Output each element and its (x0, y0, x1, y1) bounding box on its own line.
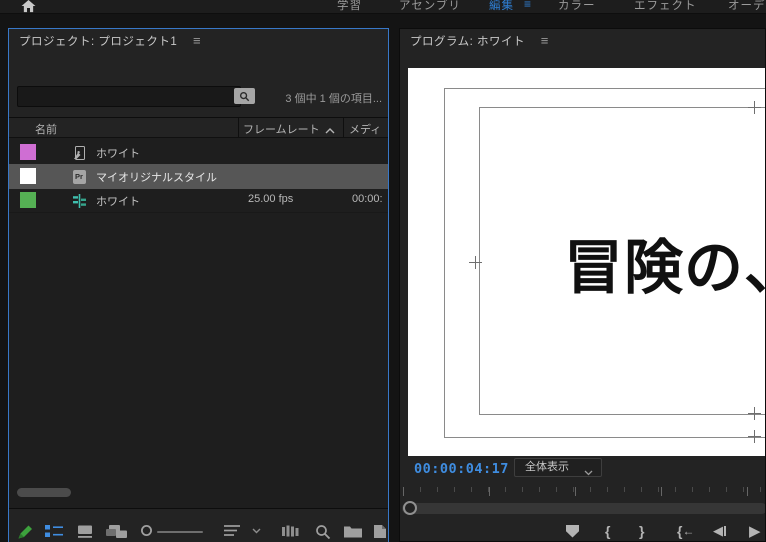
legacy-title-style-icon: Pr (71, 169, 87, 184)
search-bin-icon (239, 91, 250, 102)
create-search-bin-button[interactable] (234, 88, 255, 104)
tab-editing[interactable]: 編集 (489, 0, 514, 13)
home-icon[interactable] (21, 0, 36, 14)
current-timecode[interactable]: 00:00:04:17 (414, 461, 509, 477)
add-marker-button[interactable] (566, 522, 579, 540)
label-color-swatch[interactable] (20, 192, 36, 208)
zoom-slider-track[interactable] (157, 531, 203, 533)
playhead-knob[interactable] (403, 501, 417, 515)
search-input[interactable] (17, 86, 241, 107)
program-monitor-panel: プログラム: ホワイト ≡ 冒険の、旅 00:00:04:17 全体表示 { } (399, 28, 766, 542)
safe-center-tick (748, 430, 761, 443)
play-button[interactable]: ▶ (749, 522, 761, 540)
panel-menu-icon[interactable]: ≡ (193, 33, 201, 48)
label-color-swatch[interactable] (20, 168, 36, 184)
item-media-start: 00:00: (352, 193, 383, 205)
tab-learning[interactable]: 学習 (337, 0, 362, 13)
chevron-down-icon (584, 465, 593, 482)
list-view-button[interactable] (44, 524, 64, 539)
item-count-label: 3 個中 1 個の項目... (285, 90, 382, 106)
sort-ascending-icon[interactable] (325, 125, 335, 137)
workspace-menu-icon[interactable]: ≡ (524, 0, 531, 11)
project-writable-icon[interactable] (17, 524, 34, 540)
freeform-view-button[interactable] (105, 524, 128, 539)
panel-menu-icon[interactable]: ≡ (541, 33, 549, 48)
title-overlay-text[interactable]: 冒険の、旅 (564, 220, 766, 305)
column-framerate[interactable]: フレームレート (243, 121, 320, 137)
new-bin-button[interactable] (343, 524, 363, 538)
project-panel: プロジェクト: プロジェクト1 ≡ プロジェクト1.prproj 3 個中 1 … (8, 28, 389, 542)
marker-icon (566, 525, 579, 538)
program-video-canvas[interactable]: 冒険の、旅 (408, 68, 766, 456)
transport-controls: { } {← ◀ ▶ (400, 522, 766, 542)
table-row[interactable]: ホワイト (9, 140, 388, 165)
safe-center-tick (748, 407, 761, 420)
zoom-scroll-bar[interactable] (402, 503, 766, 514)
safe-center-tick (469, 256, 482, 269)
list-header: 名前 フレームレート メディ (9, 118, 388, 138)
sequence-icon (71, 193, 87, 208)
automate-to-sequence-button[interactable] (281, 524, 301, 538)
pr-badge: Pr (73, 170, 86, 184)
column-divider[interactable] (238, 118, 239, 137)
safe-center-tick (748, 101, 761, 114)
item-name: マイオリジナルスタイル (96, 169, 217, 185)
item-name: ホワイト (96, 193, 140, 209)
zoom-level-value: 全体表示 (525, 461, 569, 473)
table-row-selected[interactable]: Pr マイオリジナルスタイル (9, 164, 388, 189)
program-panel-title: プログラム: ホワイト (410, 36, 525, 48)
tab-audio[interactable]: オーディオ (728, 0, 766, 13)
horizontal-scrollbar[interactable] (17, 488, 71, 497)
chevron-down-icon[interactable] (252, 528, 261, 534)
zoom-slider-knob[interactable] (140, 524, 153, 537)
mark-out-button[interactable]: } (639, 522, 644, 540)
find-button[interactable] (315, 524, 331, 540)
item-name: ホワイト (96, 145, 140, 161)
sort-options-button[interactable] (223, 524, 241, 537)
monitor-time-ruler[interactable] (403, 487, 766, 496)
tab-effects[interactable]: エフェクト (634, 0, 697, 13)
column-media-start[interactable]: メディ (349, 121, 381, 137)
tab-color[interactable]: カラー (558, 0, 596, 13)
new-item-button[interactable] (372, 524, 387, 539)
graphic-clip-icon (71, 145, 87, 160)
tab-assembly[interactable]: アセンブリ (399, 0, 461, 13)
label-color-swatch[interactable] (20, 144, 36, 160)
zoom-level-select[interactable]: 全体表示 (514, 458, 602, 477)
project-panel-header[interactable]: プロジェクト: プロジェクト1 ≡ (9, 29, 388, 53)
premiere-app-window: 学習 アセンブリ 編集 ≡ カラー エフェクト オーディオ プロジェクト: プロ… (0, 0, 766, 542)
project-toolbar (9, 509, 388, 542)
column-name[interactable]: 名前 (35, 121, 57, 137)
project-item-list[interactable]: 名前 フレームレート メディ ホワイト (9, 117, 388, 509)
workspace-bar: 学習 アセンブリ 編集 ≡ カラー エフェクト オーディオ (0, 0, 766, 14)
item-framerate: 25.00 fps (248, 193, 293, 205)
mark-in-button[interactable]: { (605, 522, 610, 540)
icon-view-button[interactable] (77, 524, 93, 539)
program-panel-header[interactable]: プログラム: ホワイト ≡ (400, 29, 765, 53)
column-divider[interactable] (343, 118, 344, 137)
step-back-button[interactable]: ◀ (713, 522, 726, 540)
table-row[interactable]: ホワイト 25.00 fps 00:00: (9, 188, 388, 213)
go-to-in-button[interactable]: {← (677, 522, 694, 540)
project-panel-title: プロジェクト: プロジェクト1 (19, 36, 177, 48)
